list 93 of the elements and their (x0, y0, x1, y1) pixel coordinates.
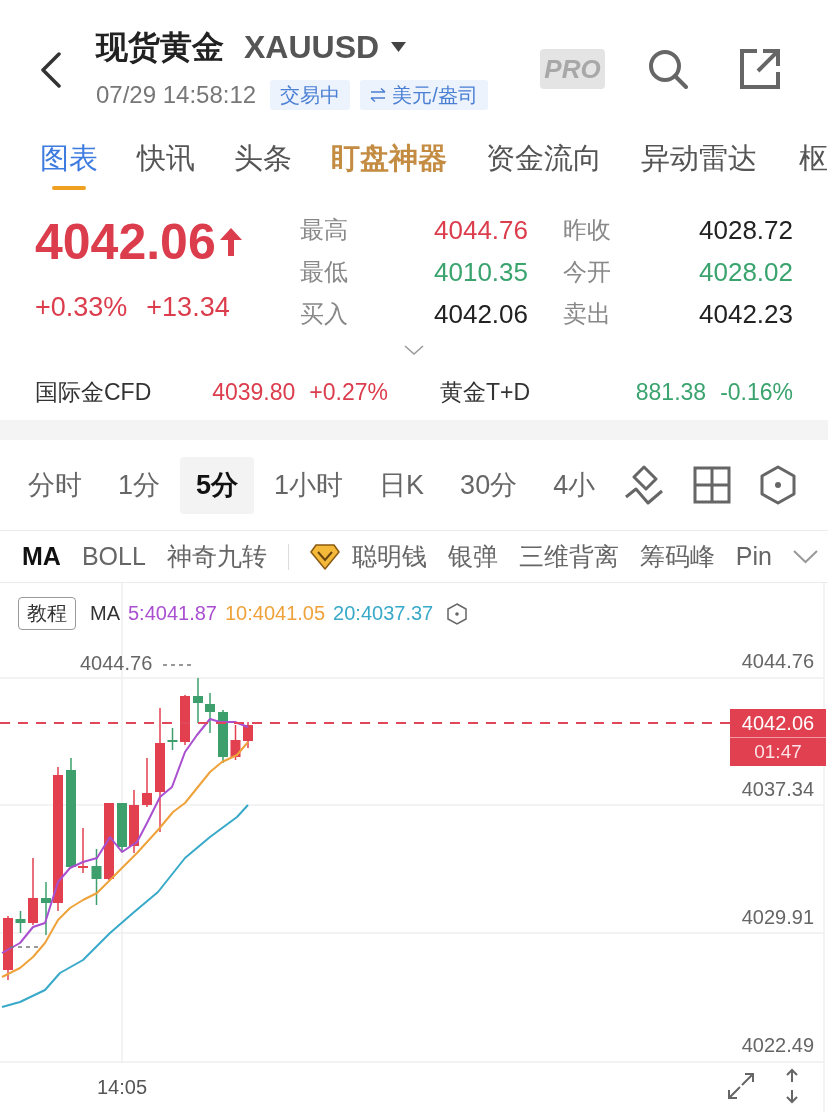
caret-icon[interactable] (391, 42, 407, 52)
diamond-icon (309, 543, 340, 570)
stat-label: 卖出 (562, 299, 612, 329)
indicator-tab[interactable]: Pin (735, 531, 772, 582)
grid-icon[interactable] (693, 466, 731, 504)
tab[interactable]: 快讯 (137, 140, 195, 190)
countdown-tag: 01:47 (730, 737, 826, 766)
period-tab[interactable]: 1分 (102, 456, 177, 514)
back-icon[interactable] (40, 52, 62, 88)
stat-label: 昨收 (562, 215, 612, 245)
low-marker-line (9, 946, 41, 948)
expand-icon[interactable] (727, 1070, 755, 1102)
swap-icon (370, 88, 387, 102)
datetime-label: 07/29 14:58:12 (96, 80, 257, 110)
candle (3, 915, 13, 981)
stat-value: 4042.23 (698, 298, 793, 331)
candle (193, 677, 203, 724)
period-tab[interactable]: 30分 (444, 456, 534, 514)
indicator-tab[interactable]: 三维背离 (518, 531, 619, 582)
axis-label: 14:05 (97, 1075, 148, 1099)
stat-value: 4028.02 (698, 256, 793, 289)
trading-status-badge: 交易中 (270, 80, 351, 110)
candle (218, 709, 228, 764)
candle (91, 848, 102, 906)
period-tab[interactable]: 1小时 (258, 456, 360, 514)
stat-label: 最低 (300, 257, 349, 287)
tab[interactable]: 枢 (796, 140, 828, 190)
ma-value: 10:4041.05 (225, 601, 326, 626)
candle (205, 692, 215, 734)
candle (167, 727, 178, 751)
candle (230, 724, 241, 761)
candle (78, 827, 88, 874)
related-price: 881.38 (635, 378, 707, 407)
indicator-tab[interactable]: BOLL (81, 531, 146, 582)
instrument-name[interactable]: 黄金T+D (440, 372, 531, 412)
related-change: -0.16% (720, 378, 793, 407)
tab[interactable]: 头条 (234, 140, 292, 190)
stat-value: 4028.72 (698, 214, 793, 247)
candle (28, 857, 38, 926)
stat-label: 最高 (300, 215, 349, 245)
period-tab[interactable]: 分时 (12, 456, 98, 514)
period-tab[interactable]: 4小 (537, 456, 612, 514)
stat-value: 4010.35 (433, 256, 528, 289)
vertical-arrows-icon[interactable] (784, 1068, 800, 1104)
indicator-tab[interactable]: 神奇九转 (166, 531, 267, 582)
hexagon-icon[interactable] (447, 602, 468, 625)
price-value: 4042.06 (35, 214, 216, 270)
unit-toggle-button[interactable]: 美元/盎司 (360, 80, 488, 110)
tab[interactable]: 异动雷达 (641, 140, 757, 190)
related-price: 4039.80 (212, 378, 296, 407)
related-change: +0.27% (309, 378, 388, 407)
tab[interactable]: 盯盘神器 (331, 140, 447, 190)
stat-label: 今开 (562, 257, 612, 287)
price-tag: 4042.06 (730, 709, 826, 737)
high-marker-line (162, 664, 194, 666)
stat-label: 买入 (300, 299, 349, 329)
period-tab[interactable]: 5分 (180, 456, 255, 514)
axis-label: 4044.76 (741, 649, 814, 673)
tab[interactable]: 资金流向 (486, 140, 602, 190)
search-icon[interactable] (648, 49, 688, 89)
indicator-tab[interactable]: 聪明钱 (351, 531, 427, 582)
candle (41, 881, 51, 936)
change-value: +13.34 (146, 291, 230, 324)
instrument-name[interactable]: 国际金CFD (35, 372, 152, 412)
chevron-down-icon[interactable] (404, 345, 424, 355)
change-percent: +0.33% (35, 291, 128, 324)
ma-value: 20:4037.37 (333, 601, 434, 626)
tab[interactable]: 图表 (40, 140, 98, 190)
period-tab[interactable]: 日K (363, 456, 441, 514)
indicator-tab[interactable]: 筹码峰 (639, 531, 715, 582)
candle (142, 757, 152, 808)
axis-label: 4037.34 (741, 777, 814, 801)
candle (117, 802, 127, 853)
candle (180, 694, 190, 746)
candle (129, 789, 139, 854)
chevron-down-icon[interactable] (792, 549, 818, 564)
hexagon-icon[interactable] (760, 465, 796, 505)
pen-icon[interactable] (624, 465, 664, 505)
share-icon[interactable] (740, 49, 780, 89)
axis-label: 4029.91 (741, 905, 814, 929)
axis-label: 4022.49 (741, 1033, 814, 1057)
instrument-title: 现货黄金 (96, 28, 224, 66)
indicator-label: MA (90, 601, 120, 626)
candle (243, 721, 253, 749)
tutorial-button[interactable]: 教程 (18, 597, 76, 630)
candle (15, 910, 26, 934)
stat-value: 4042.06 (433, 298, 528, 331)
ma-value: 5:4041.87 (128, 601, 217, 626)
high-price-label: 4044.76 (80, 651, 153, 675)
stat-value: 4044.76 (433, 214, 528, 247)
indicator-tab[interactable]: 银弹 (447, 531, 498, 582)
indicator-tab[interactable]: MA (22, 531, 61, 582)
symbol-label[interactable]: XAUUSD (244, 28, 380, 66)
